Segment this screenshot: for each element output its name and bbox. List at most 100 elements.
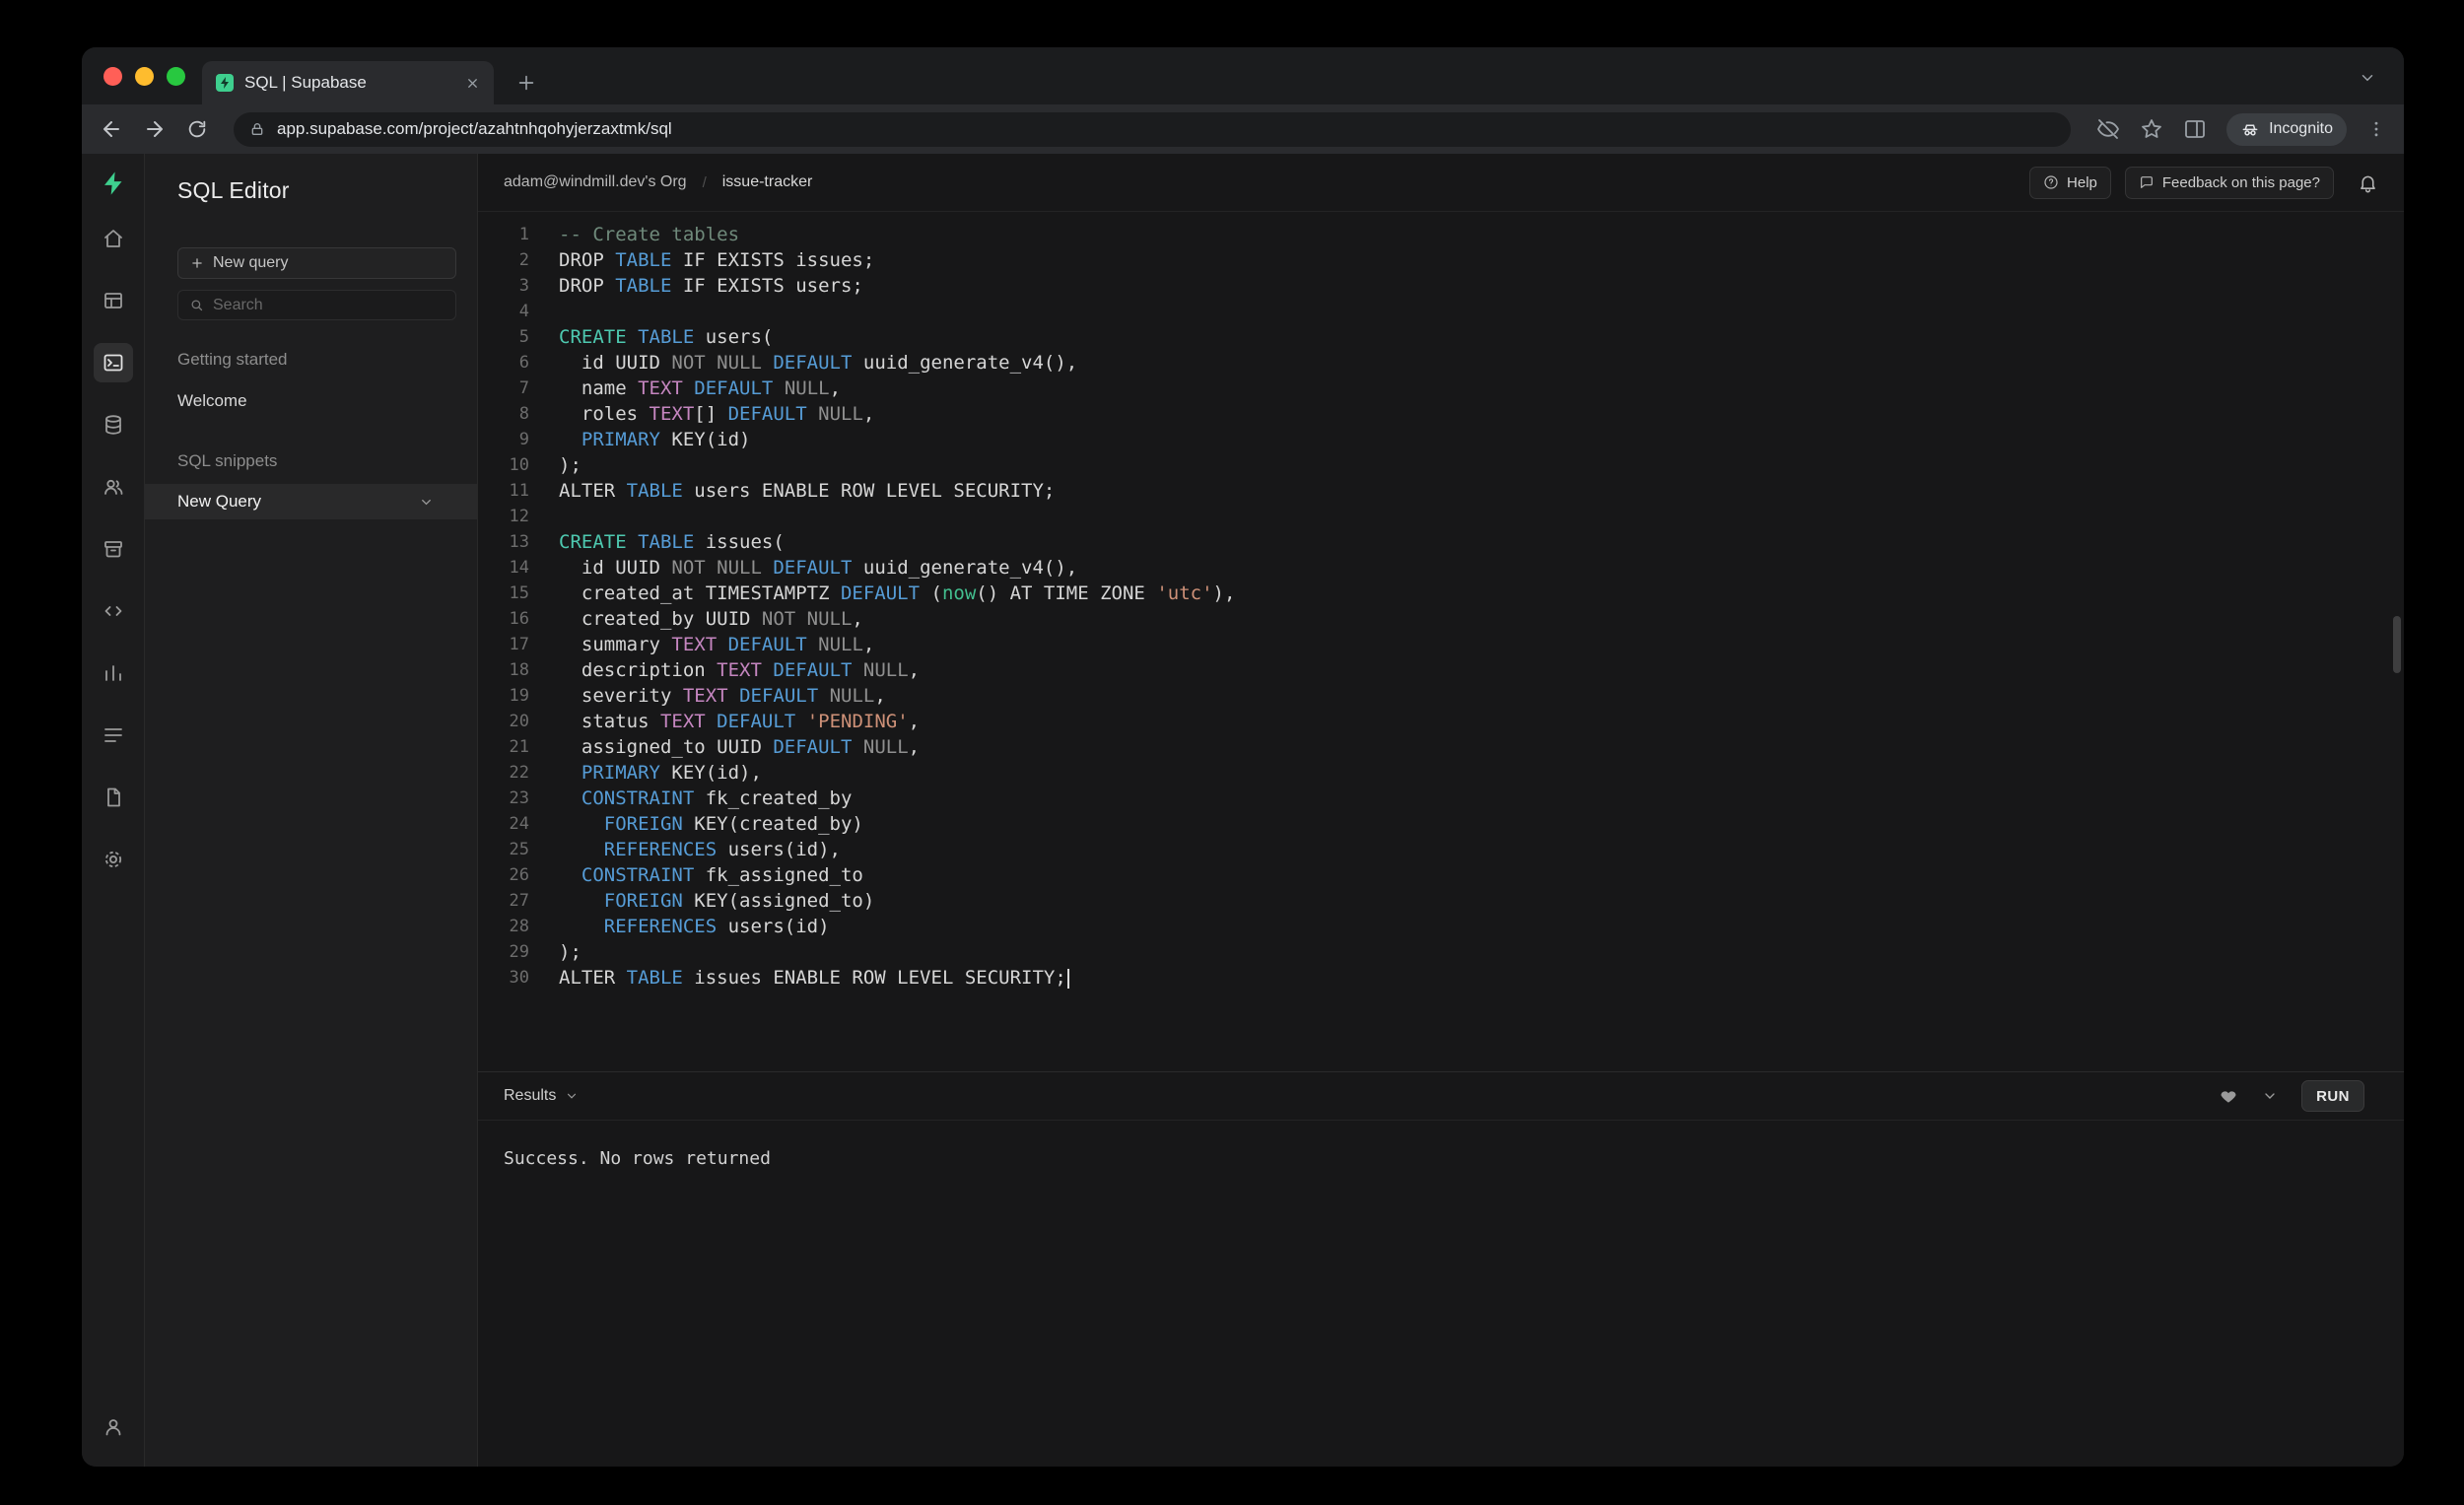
rail-item-docs[interactable] [94, 778, 133, 817]
code-line[interactable]: 17 summary TEXT DEFAULT NULL, [478, 632, 2404, 657]
code-line[interactable]: 6 id UUID NOT NULL DEFAULT uuid_generate… [478, 350, 2404, 376]
rail-item-reports[interactable] [94, 653, 133, 693]
rail-item-sql-editor[interactable] [94, 343, 133, 382]
code-line[interactable]: 25 REFERENCES users(id), [478, 837, 2404, 862]
search-input[interactable] [213, 297, 445, 314]
url-input[interactable]: app.supabase.com/project/azahtnhqohyjerz… [234, 112, 2071, 147]
code-line[interactable]: 22 PRIMARY KEY(id), [478, 760, 2404, 786]
supabase-logo[interactable] [100, 170, 127, 197]
code-line[interactable]: 7 name TEXT DEFAULT NULL, [478, 376, 2404, 401]
tab-close-icon[interactable] [465, 76, 480, 91]
bookmark-star-icon[interactable] [2140, 117, 2163, 141]
code-line[interactable]: 9 PRIMARY KEY(id) [478, 427, 2404, 452]
rail-item-account[interactable] [94, 1407, 133, 1447]
code-line[interactable]: 8 roles TEXT[] DEFAULT NULL, [478, 401, 2404, 427]
breadcrumb-org[interactable]: adam@windmill.dev's Org [504, 173, 687, 191]
line-content: roles TEXT[] DEFAULT NULL, [529, 403, 874, 425]
minimize-window-button[interactable] [135, 67, 154, 86]
line-number: 17 [478, 635, 529, 654]
code-line[interactable]: 28 REFERENCES users(id) [478, 914, 2404, 939]
rail-item-table-editor[interactable] [94, 281, 133, 320]
favorite-heart-icon[interactable] [2219, 1086, 2238, 1106]
code-line[interactable]: 20 status TEXT DEFAULT 'PENDING', [478, 709, 2404, 734]
zoom-window-button[interactable] [167, 67, 185, 86]
breadcrumb-separator: / [703, 174, 707, 191]
code-line[interactable]: 5CREATE TABLE users( [478, 324, 2404, 350]
reload-button[interactable] [186, 118, 208, 140]
editor-scrollbar[interactable] [2393, 616, 2401, 673]
incognito-label: Incognito [2269, 120, 2333, 138]
code-line[interactable]: 10); [478, 452, 2404, 478]
nav-rail [82, 154, 145, 1467]
rail-item-api[interactable] [94, 591, 133, 631]
code-line[interactable]: 2DROP TABLE IF EXISTS issues; [478, 247, 2404, 273]
lock-icon[interactable] [249, 121, 265, 137]
section-getting-started: Getting started [177, 350, 477, 370]
code-line[interactable]: 11ALTER TABLE users ENABLE ROW LEVEL SEC… [478, 478, 2404, 504]
code-line[interactable]: 1-- Create tables [478, 222, 2404, 247]
results-output: Success. No rows returned [478, 1121, 2404, 1467]
sidebar-item-welcome[interactable]: Welcome [145, 386, 477, 416]
rail-item-auth-users[interactable] [94, 467, 133, 507]
new-query-label: New query [213, 254, 288, 272]
side-panel-icon[interactable] [2183, 117, 2207, 141]
new-query-button[interactable]: New query [177, 247, 456, 279]
line-content: -- Create tables [529, 224, 739, 245]
run-button[interactable]: RUN [2301, 1080, 2364, 1112]
eye-off-icon[interactable] [2096, 117, 2120, 141]
run-options-chevron-icon[interactable] [2262, 1088, 2278, 1104]
sidebar-item-new-query[interactable]: New Query [145, 484, 477, 519]
snippet-search[interactable] [177, 290, 456, 320]
sql-editor-sidebar: SQL Editor New query Getting started Wel… [145, 154, 478, 1467]
rail-item-home[interactable] [94, 219, 133, 258]
line-number: 4 [478, 302, 529, 321]
rail-item-database[interactable] [94, 405, 133, 445]
line-content: DROP TABLE IF EXISTS users; [529, 275, 863, 297]
code-line[interactable]: 23 CONSTRAINT fk_created_by [478, 786, 2404, 811]
code-line[interactable]: 4 [478, 299, 2404, 324]
code-line[interactable]: 15 created_at TIMESTAMPTZ DEFAULT (now()… [478, 581, 2404, 606]
browser-tab[interactable]: SQL | Supabase [202, 61, 494, 104]
line-number: 29 [478, 942, 529, 962]
line-content: id UUID NOT NULL DEFAULT uuid_generate_v… [529, 557, 1077, 579]
main-panel: adam@windmill.dev's Org / issue-tracker … [478, 154, 2404, 1467]
help-button[interactable]: Help [2029, 167, 2111, 199]
code-line[interactable]: 29); [478, 939, 2404, 965]
line-number: 30 [478, 968, 529, 988]
back-button[interactable] [100, 117, 123, 141]
breadcrumb-project[interactable]: issue-tracker [722, 173, 813, 191]
code-line[interactable]: 18 description TEXT DEFAULT NULL, [478, 657, 2404, 683]
rail-item-settings[interactable] [94, 840, 133, 879]
line-content: CREATE TABLE issues( [529, 531, 785, 553]
code-line[interactable]: 26 CONSTRAINT fk_assigned_to [478, 862, 2404, 888]
rail-item-storage[interactable] [94, 529, 133, 569]
tab-search-chevron-icon[interactable] [2359, 69, 2376, 87]
browser-menu-icon[interactable] [2366, 119, 2386, 139]
feedback-button[interactable]: Feedback on this page? [2125, 167, 2334, 199]
code-line[interactable]: 24 FOREIGN KEY(created_by) [478, 811, 2404, 837]
forward-button[interactable] [143, 117, 167, 141]
results-toggle-label[interactable]: Results [504, 1087, 556, 1105]
code-line[interactable]: 30ALTER TABLE issues ENABLE ROW LEVEL SE… [478, 965, 2404, 991]
code-line[interactable]: 21 assigned_to UUID DEFAULT NULL, [478, 734, 2404, 760]
notifications-bell-icon[interactable] [2358, 172, 2378, 193]
code-line[interactable]: 27 FOREIGN KEY(assigned_to) [478, 888, 2404, 914]
line-number: 2 [478, 250, 529, 270]
code-line[interactable]: 12 [478, 504, 2404, 529]
chevron-down-icon[interactable] [419, 495, 434, 510]
sql-code-editor[interactable]: 1-- Create tables2DROP TABLE IF EXISTS i… [478, 212, 2404, 1071]
results-chevron-icon[interactable] [565, 1089, 579, 1103]
code-line[interactable]: 13CREATE TABLE issues( [478, 529, 2404, 555]
line-content: id UUID NOT NULL DEFAULT uuid_generate_v… [529, 352, 1077, 374]
results-message: Success. No rows returned [504, 1148, 771, 1169]
new-tab-button[interactable] [515, 72, 537, 94]
code-line[interactable]: 14 id UUID NOT NULL DEFAULT uuid_generat… [478, 555, 2404, 581]
code-line[interactable]: 16 created_by UUID NOT NULL, [478, 606, 2404, 632]
line-number: 20 [478, 712, 529, 731]
line-number: 9 [478, 430, 529, 449]
code-line[interactable]: 19 severity TEXT DEFAULT NULL, [478, 683, 2404, 709]
rail-item-logs[interactable] [94, 716, 133, 755]
close-window-button[interactable] [103, 67, 122, 86]
code-line[interactable]: 3DROP TABLE IF EXISTS users; [478, 273, 2404, 299]
help-circle-icon [2043, 174, 2059, 190]
